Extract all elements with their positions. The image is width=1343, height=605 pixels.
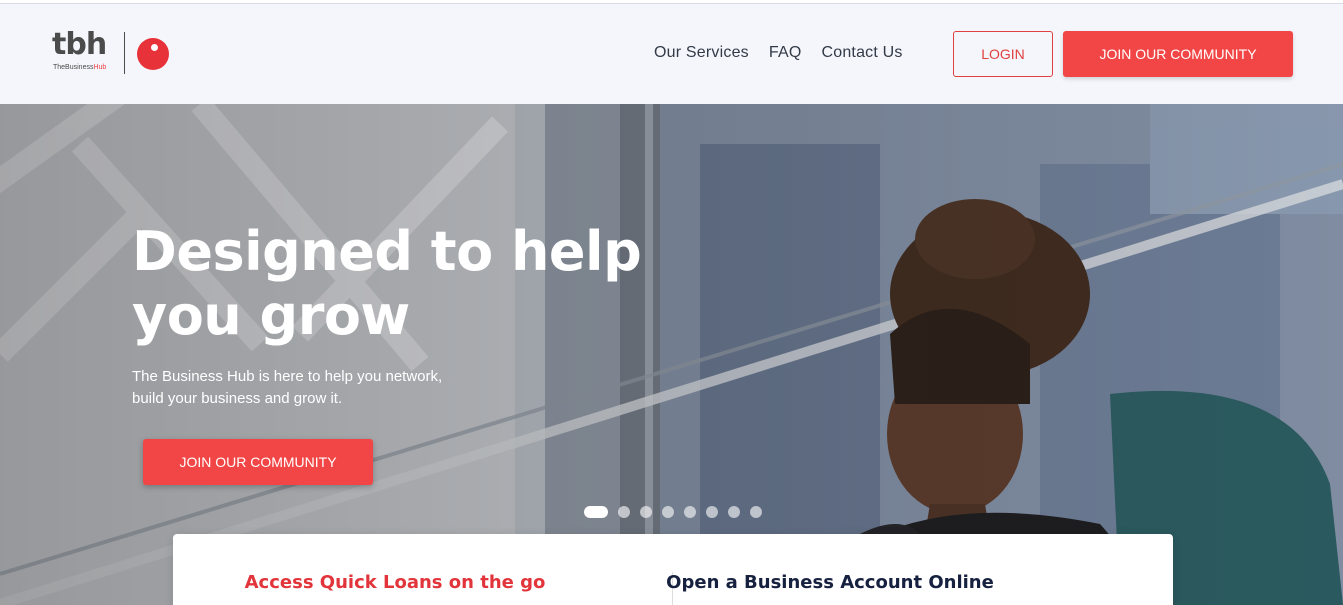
join-community-hero-button[interactable]: JOIN OUR COMMUNITY bbox=[143, 439, 373, 485]
feature-business-account[interactable]: Open a Business Account Online bbox=[666, 534, 1173, 605]
feature-business-account-title: Open a Business Account Online bbox=[666, 572, 994, 593]
feature-quick-loans-title: Access Quick Loans on the go bbox=[244, 572, 546, 593]
carousel-dot[interactable] bbox=[584, 506, 608, 518]
carousel-dot[interactable] bbox=[706, 506, 718, 518]
hero-title: Designed to help you grow bbox=[132, 220, 642, 347]
features-card: Access Quick Loans on the go Open a Busi… bbox=[173, 534, 1173, 605]
logo-wordmark: tbh bbox=[52, 27, 107, 62]
nav-our-services[interactable]: Our Services bbox=[654, 44, 749, 62]
logo-ball-icon bbox=[137, 38, 169, 70]
nav-faq[interactable]: FAQ bbox=[769, 44, 802, 62]
logo-tagline: TheBusinessHub bbox=[53, 64, 107, 71]
site-header: tbh TheBusinessHub Our Services FAQ Cont… bbox=[0, 4, 1343, 104]
join-community-header-button[interactable]: JOIN OUR COMMUNITY bbox=[1063, 31, 1293, 77]
main-nav: Our Services FAQ Contact Us bbox=[654, 44, 903, 62]
hero-subtitle: The Business Hub is here to help you net… bbox=[132, 368, 443, 407]
hero-banner: Designed to help you grow The Business H… bbox=[0, 104, 1343, 605]
hero-overlay bbox=[0, 104, 1343, 605]
tbh-logo[interactable]: tbh TheBusinessHub bbox=[52, 28, 177, 78]
carousel-dot[interactable] bbox=[640, 506, 652, 518]
login-button[interactable]: LOGIN bbox=[953, 31, 1053, 77]
carousel-dot[interactable] bbox=[750, 506, 762, 518]
nav-contact-us[interactable]: Contact Us bbox=[821, 44, 902, 62]
carousel-dot[interactable] bbox=[662, 506, 674, 518]
carousel-dot[interactable] bbox=[618, 506, 630, 518]
carousel-dot[interactable] bbox=[728, 506, 740, 518]
feature-quick-loans[interactable]: Access Quick Loans on the go bbox=[173, 534, 673, 605]
logo-divider bbox=[124, 32, 125, 74]
carousel-indicators bbox=[584, 506, 762, 518]
carousel-dot[interactable] bbox=[684, 506, 696, 518]
